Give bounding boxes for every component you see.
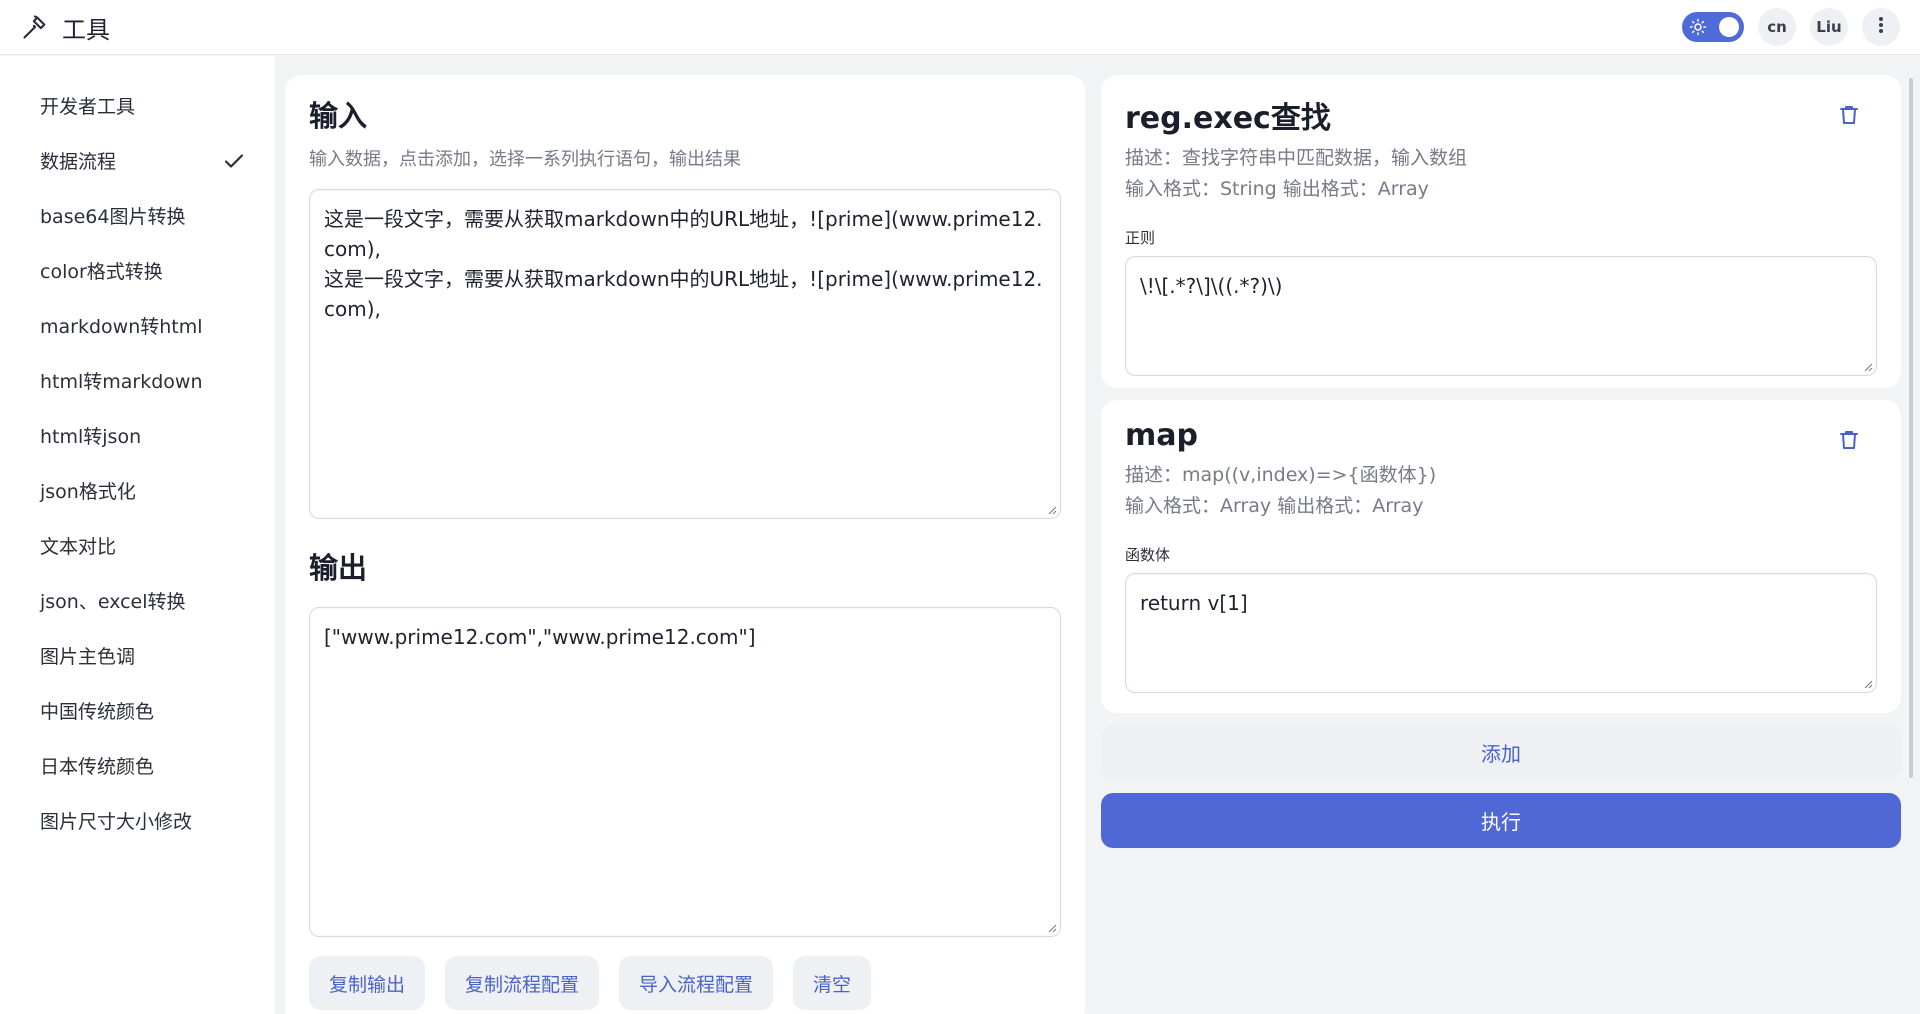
sidebar-item-image-resize[interactable]: 图片尺寸大小修改 <box>0 793 275 848</box>
add-step-button[interactable]: 添加 <box>1101 725 1901 780</box>
resize-handle-icon[interactable] <box>1863 362 1873 372</box>
step-header: map <box>1125 418 1877 454</box>
check-icon <box>221 148 247 174</box>
sidebar-item-label: 文本对比 <box>40 536 117 558</box>
import-config-button[interactable]: 导入流程配置 <box>619 956 774 1010</box>
sidebar-item-data-flow[interactable]: 数据流程 <box>0 133 275 188</box>
sidebar-item-japanese-colors[interactable]: 日本传统颜色 <box>0 738 275 793</box>
delete-step-button[interactable] <box>1837 428 1863 454</box>
delete-step-button[interactable] <box>1837 103 1863 129</box>
function-body-input[interactable]: return v[1] <box>1125 573 1877 693</box>
brand: 工具 <box>20 10 110 45</box>
sidebar-item-json-format[interactable]: json格式化 <box>0 463 275 518</box>
sidebar-item-label: json格式化 <box>40 481 136 503</box>
sun-icon <box>1688 17 1708 37</box>
sidebar-item-label: base64图片转换 <box>40 206 186 228</box>
sidebar-item-label: html转json <box>40 426 142 448</box>
toggle-knob <box>1719 17 1739 37</box>
input-description: 输入数据，点击添加，选择一系列执行语句，输出结果 <box>309 149 741 170</box>
copy-output-button[interactable]: 复制输出 <box>309 956 426 1010</box>
sidebar-item-label: html转markdown <box>40 371 203 393</box>
step-field-label: 函数体 <box>1125 546 1171 564</box>
copy-config-button[interactable]: 复制流程配置 <box>445 956 600 1010</box>
sidebar-item-base64-image[interactable]: base64图片转换 <box>0 188 275 243</box>
sidebar-item-label: 开发者工具 <box>40 96 136 118</box>
run-button[interactable]: 执行 <box>1101 793 1901 848</box>
step-title: reg.exec查找 <box>1125 101 1331 136</box>
sidebar-item-html-to-markdown[interactable]: html转markdown <box>0 353 275 408</box>
sidebar-item-markdown-to-html[interactable]: markdown转html <box>0 298 275 353</box>
sidebar-item-label: 日本传统颜色 <box>40 756 155 778</box>
output-textarea[interactable]: ["www.prime12.com","www.prime12.com"] <box>309 607 1061 937</box>
sidebar-item-image-main-color[interactable]: 图片主色调 <box>0 628 275 683</box>
step-description: 描述：map((v,index)=>{函数体}) <box>1125 464 1437 486</box>
sidebar-item-label: 图片尺寸大小修改 <box>40 811 193 833</box>
scrollbar[interactable] <box>1909 78 1913 778</box>
sidebar-item-label: json、excel转换 <box>40 591 186 613</box>
output-title: 输出 <box>309 551 368 585</box>
sidebar-item-dev-tools[interactable]: 开发者工具 <box>0 78 275 133</box>
step-card-regex: reg.exec查找 描述：查找字符串中匹配数据，输入数组 输入格式：Strin… <box>1101 75 1901 388</box>
io-card: 输入 输入数据，点击添加，选择一系列执行语句，输出结果 这是一段文字，需要从获取… <box>285 75 1085 1014</box>
hammer-icon <box>20 12 50 42</box>
sidebar: 开发者工具 数据流程 base64图片转换 color格式转换 markdown… <box>0 56 275 1014</box>
sidebar-item-html-to-json[interactable]: html转json <box>0 408 275 463</box>
sidebar-item-label: 数据流程 <box>40 151 117 173</box>
app-title: 工具 <box>62 15 110 44</box>
more-vertical-icon <box>1878 16 1884 38</box>
input-title: 输入 <box>309 99 368 133</box>
sidebar-item-json-excel[interactable]: json、excel转换 <box>0 573 275 628</box>
clear-button[interactable]: 清空 <box>793 956 872 1010</box>
input-textarea[interactable]: 这是一段文字，需要从获取markdown中的URL地址，![prime](www… <box>309 189 1061 519</box>
trash-icon <box>1840 431 1858 449</box>
action-button-row: 复制输出 复制流程配置 导入流程配置 清空 <box>309 956 872 1010</box>
sidebar-item-text-diff[interactable]: 文本对比 <box>0 518 275 573</box>
language-button[interactable]: cn <box>1758 8 1796 46</box>
resize-handle-icon[interactable] <box>1047 505 1057 515</box>
step-field-label: 正则 <box>1125 229 1156 247</box>
step-card-map: map 描述：map((v,index)=>{函数体}) 输入格式：Array … <box>1101 400 1901 713</box>
step-title: map <box>1125 418 1198 453</box>
top-actions: cn Liu <box>1682 8 1900 46</box>
top-bar: 工具 cn Liu <box>0 0 1920 55</box>
user-avatar-button[interactable]: Liu <box>1810 8 1848 46</box>
step-formats: 输入格式：Array 输出格式：Array <box>1125 495 1424 517</box>
more-menu-button[interactable] <box>1862 8 1900 46</box>
step-description: 描述：查找字符串中匹配数据，输入数组 <box>1125 147 1468 169</box>
resize-handle-icon[interactable] <box>1863 679 1873 689</box>
regex-input[interactable]: \!\[.*?\]\((.*?)\) <box>1125 256 1877 376</box>
theme-toggle[interactable] <box>1682 12 1744 42</box>
sidebar-item-color-format[interactable]: color格式转换 <box>0 243 275 298</box>
trash-icon <box>1840 106 1858 124</box>
sidebar-item-label: 中国传统颜色 <box>40 701 155 723</box>
sidebar-item-label: markdown转html <box>40 316 203 338</box>
sidebar-item-label: color格式转换 <box>40 261 163 283</box>
sidebar-item-label: 图片主色调 <box>40 646 136 668</box>
sidebar-item-chinese-colors[interactable]: 中国传统颜色 <box>0 683 275 738</box>
step-header: reg.exec查找 <box>1125 93 1877 137</box>
step-formats: 输入格式：String 输出格式：Array <box>1125 178 1429 200</box>
resize-handle-icon[interactable] <box>1047 923 1057 933</box>
